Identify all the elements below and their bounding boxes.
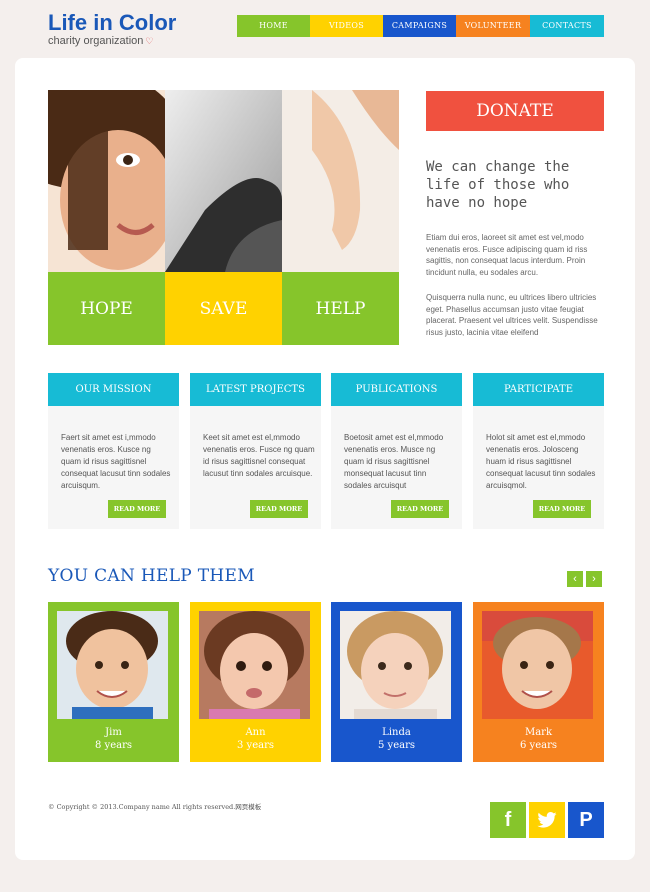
kid-photo xyxy=(199,611,310,719)
brand-subtitle: charity organization ♡ xyxy=(48,35,153,47)
tile-save[interactable]: SAVE xyxy=(165,272,282,345)
nav-home[interactable]: HOME xyxy=(237,15,310,37)
kid-age: 6 years xyxy=(520,740,557,751)
kid-age: 8 years xyxy=(95,740,132,751)
nav-volunteer[interactable]: VOLUNTEER xyxy=(456,15,530,37)
chevron-right-icon[interactable]: › xyxy=(586,571,602,587)
hero-banner: HOPE SAVE HELP xyxy=(48,90,399,345)
kid-name: Mark xyxy=(524,727,553,738)
read-more-button[interactable]: READ MORE xyxy=(108,500,166,518)
site-header: Life in Color charity organization ♡ HOME… xyxy=(0,0,650,56)
kid-age: 5 years xyxy=(378,740,415,751)
box-title: PARTICIPATE xyxy=(473,373,604,406)
kid-name: Jim xyxy=(105,727,122,738)
kid-name: Ann xyxy=(245,727,266,738)
brand-subtitle-text: charity organization xyxy=(48,35,144,47)
nav-contacts[interactable]: CONTACTS xyxy=(530,15,604,37)
read-more-button[interactable]: READ MORE xyxy=(391,500,449,518)
hero-photo-child xyxy=(48,90,165,272)
kid-photo xyxy=(340,611,451,719)
tile-help[interactable]: HELP xyxy=(282,272,399,345)
box-title: LATEST PROJECTS xyxy=(190,373,321,406)
kid-name: Linda xyxy=(382,727,411,738)
kid-photo xyxy=(482,611,593,719)
tile-hope[interactable]: HOPE xyxy=(48,272,165,345)
intro-paragraph-2: Quisquerra nulla nunc, eu ultrices liber… xyxy=(426,293,598,337)
twitter-icon[interactable] xyxy=(529,802,565,838)
kid-age: 3 years xyxy=(237,740,274,751)
kid-card-ann[interactable]: Ann 3 years xyxy=(190,602,321,762)
box-title: OUR MISSION xyxy=(48,373,179,406)
pinterest-icon[interactable]: P xyxy=(568,802,604,838)
hero-photo-reaching-hand xyxy=(282,90,399,272)
kid-card-linda[interactable]: Linda 5 years xyxy=(331,602,462,762)
box-text: Boetosit amet est el,mmodo venenatis ero… xyxy=(344,433,444,490)
nav-videos[interactable]: VIDEOS xyxy=(310,15,383,37)
nav-campaigns[interactable]: CAMPAIGNS xyxy=(383,15,456,37)
box-text: Holot sit amet est el,mmodo venenatis er… xyxy=(486,433,596,490)
brand-title[interactable]: Life in Color xyxy=(48,10,176,36)
box-our-mission: OUR MISSION Faert sit amet est i,mmodo v… xyxy=(48,373,179,529)
box-latest-projects: LATEST PROJECTS Keet sit amet est el,mmo… xyxy=(190,373,321,529)
kid-photo xyxy=(57,611,168,719)
box-publications: PUBLICATIONS Boetosit amet est el,mmodo … xyxy=(331,373,462,529)
intro-tagline: We can change the life of those who have… xyxy=(426,159,570,211)
main-nav: HOME VIDEOS CAMPAIGNS VOLUNTEER CONTACTS xyxy=(237,15,604,37)
box-text: Faert sit amet est i,mmodo venenatis ero… xyxy=(61,433,171,490)
box-participate: PARTICIPATE Holot sit amet est el,mmodo … xyxy=(473,373,604,529)
copyright-text: © Copyright © 2013.Company name All righ… xyxy=(48,803,262,811)
donate-button[interactable]: DONATE xyxy=(426,91,604,131)
read-more-button[interactable]: READ MORE xyxy=(250,500,308,518)
box-title: PUBLICATIONS xyxy=(331,373,462,406)
intro-paragraph-1: Etiam dui eros, laoreet sit amet est vel… xyxy=(426,233,588,277)
section-title-help: YOU CAN HELP THEM xyxy=(48,566,255,586)
kid-card-mark[interactable]: Mark 6 years xyxy=(473,602,604,762)
facebook-icon[interactable]: f xyxy=(490,802,526,838)
heart-icon: ♡ xyxy=(145,36,154,46)
box-text: Keet sit amet est el,mmodo venenatis ero… xyxy=(203,433,315,478)
chevron-left-icon[interactable]: ‹ xyxy=(567,571,583,587)
read-more-button[interactable]: READ MORE xyxy=(533,500,591,518)
kid-card-jim[interactable]: Jim 8 years xyxy=(48,602,179,762)
hero-photo-hands xyxy=(165,90,282,272)
